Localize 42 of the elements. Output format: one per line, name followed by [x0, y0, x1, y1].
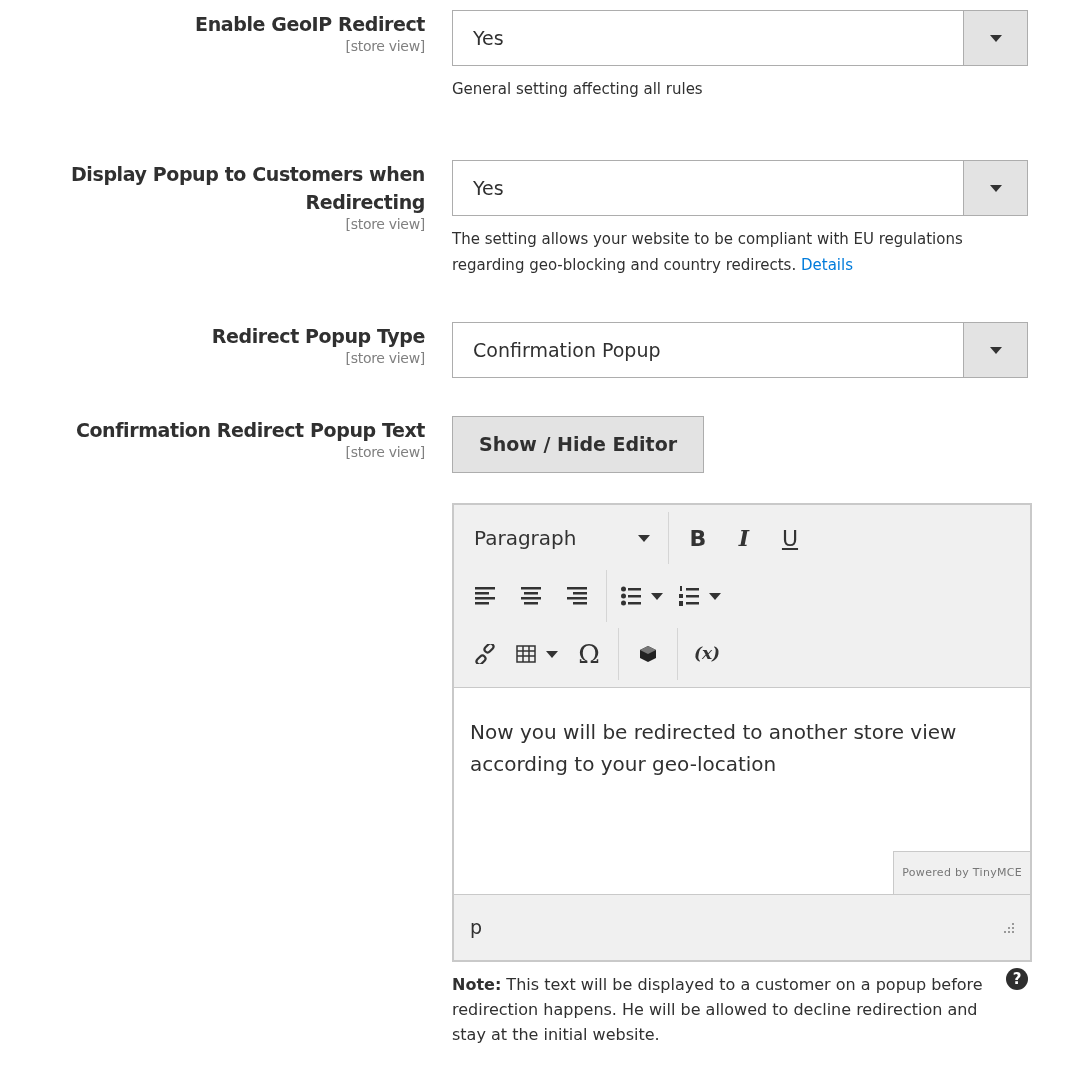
align-right-icon [567, 586, 587, 606]
caret-icon [989, 346, 1002, 354]
element-path[interactable]: p [470, 913, 483, 942]
table-icon [516, 644, 536, 664]
field-label: Enable GeoIP Redirect [194, 12, 425, 37]
cube-icon [638, 644, 658, 664]
field-label: Display Popup to Customers when Redirecting [70, 162, 425, 215]
special-character-button[interactable]: Ω [566, 634, 612, 674]
caret-icon [638, 534, 650, 542]
field-label: Redirect Popup Type [210, 324, 425, 349]
editor-content[interactable]: Now you will be redirected to another store view according to your geo-location [470, 716, 970, 780]
caret-icon [546, 650, 558, 658]
help-icon[interactable]: ? [1006, 968, 1028, 990]
align-center-icon [521, 586, 541, 606]
scope-label: [store view] [344, 38, 425, 54]
editor-note: Note: This text will be displayed to a customer on a popup before redirection happens. He will be allowed to decline redirection and stay at the initial website. [452, 974, 984, 1046]
bold-button[interactable]: B [675, 518, 721, 558]
caret-icon [651, 592, 663, 600]
scope-label: [store view] [344, 216, 425, 232]
select-field[interactable]: Confirmation Popup [452, 322, 1028, 378]
format-dropdown[interactable]: Paragraph [462, 518, 662, 558]
numbered-list-icon [679, 586, 699, 606]
italic-button[interactable]: I [721, 518, 767, 558]
caret-icon [709, 592, 721, 600]
scope-label: [store view] [344, 444, 425, 460]
underline-button[interactable]: U [767, 518, 813, 558]
field-note: The setting allows your website to be compliant with EU regulations regarding geo-blocking and country redirects. Details [452, 229, 964, 276]
link-icon [475, 644, 495, 664]
field-note: General setting affecting all rules [452, 79, 704, 100]
field-label: Confirmation Redirect Popup Text [74, 418, 425, 443]
caret-icon [989, 184, 1002, 192]
toggle-editor-button[interactable]: Show / Hide Editor [452, 416, 705, 473]
details-link[interactable]: Details [801, 256, 853, 274]
caret-icon [989, 34, 1002, 42]
select-field[interactable]: Yes [452, 10, 1028, 66]
insert-variable-button[interactable]: (x) [684, 634, 730, 674]
bullet-list-icon [621, 586, 641, 606]
scope-label: [store view] [344, 350, 425, 366]
powered-by-label: Powered by TinyMCE [893, 851, 1030, 894]
select-field[interactable]: Yes [452, 160, 1028, 216]
align-left-icon [475, 586, 495, 606]
resize-handle-icon [1004, 922, 1014, 933]
